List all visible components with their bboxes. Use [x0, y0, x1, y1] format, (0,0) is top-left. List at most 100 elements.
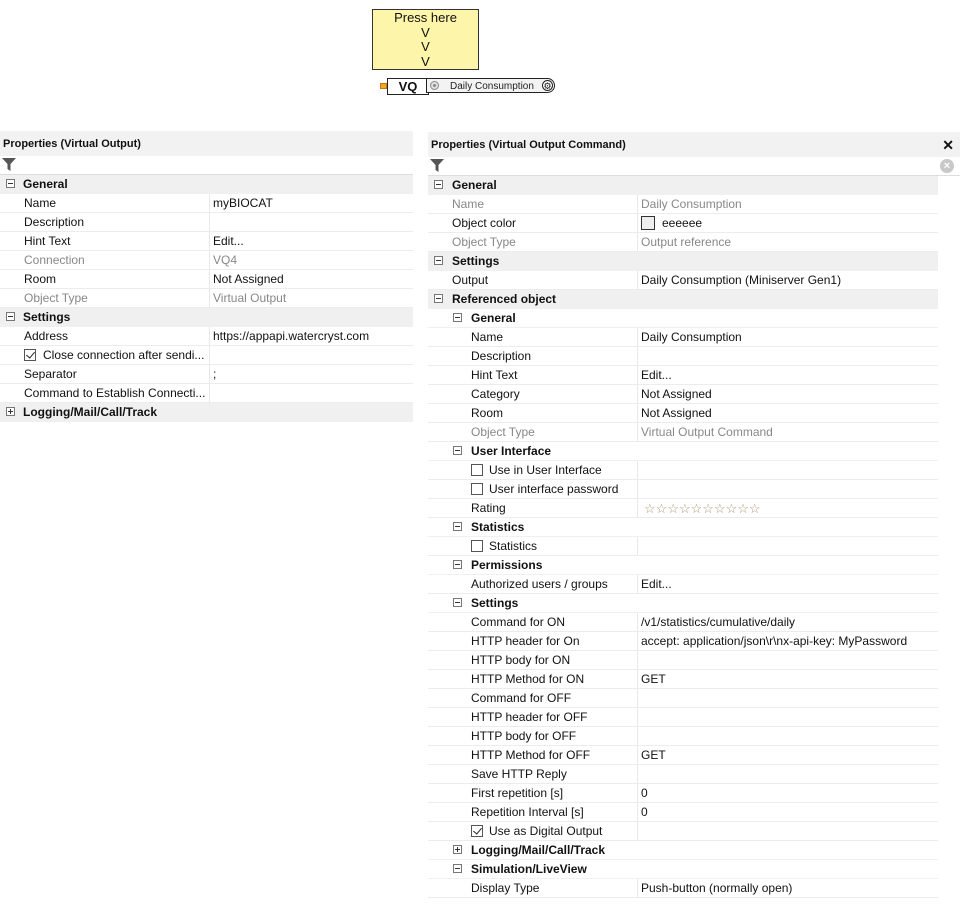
- column-divider[interactable]: [637, 879, 638, 897]
- property-row-object-type[interactable]: Object Type Virtual Output Command: [428, 423, 960, 442]
- color-swatch[interactable]: [641, 216, 655, 230]
- column-divider[interactable]: [637, 480, 638, 498]
- column-divider[interactable]: [637, 613, 638, 631]
- property-value[interactable]: Not Assigned: [641, 385, 712, 404]
- property-row-command-to-establish-connecti[interactable]: Command to Establish Connecti...: [0, 384, 413, 403]
- filter-icon[interactable]: [2, 158, 16, 171]
- property-value[interactable]: Not Assigned: [213, 270, 284, 289]
- group-settings[interactable]: Settings: [428, 594, 960, 613]
- collapse-icon[interactable]: [434, 180, 443, 189]
- property-value[interactable]: accept: application/json\r\nx-api-key: M…: [641, 632, 907, 651]
- column-divider[interactable]: [209, 270, 210, 288]
- property-row-authorized-users-groups[interactable]: Authorized users / groups Edit...: [428, 575, 960, 594]
- star-icon[interactable]: ☆: [702, 501, 714, 516]
- checkbox[interactable]: [471, 825, 483, 837]
- collapse-icon[interactable]: [453, 446, 462, 455]
- property-row-save-http-reply[interactable]: Save HTTP Reply: [428, 765, 960, 784]
- checkbox[interactable]: [471, 464, 483, 476]
- property-value[interactable]: Not Assigned: [641, 404, 712, 423]
- star-icon[interactable]: ☆: [737, 501, 749, 516]
- property-value[interactable]: Virtual Output Command: [641, 423, 773, 442]
- collapse-icon[interactable]: [434, 294, 443, 303]
- property-value[interactable]: Output reference: [641, 233, 731, 252]
- gear-icon[interactable]: ⚙: [542, 80, 553, 91]
- property-value[interactable]: Edit...: [213, 232, 244, 251]
- property-row-http-method-for-off[interactable]: HTTP Method for OFF GET: [428, 746, 960, 765]
- property-value[interactable]: /v1/statistics/cumulative/daily: [641, 613, 795, 632]
- clear-filter-icon[interactable]: ×: [940, 159, 954, 173]
- property-row-hint-text[interactable]: Hint Text Edit...: [428, 366, 960, 385]
- property-row-statistics[interactable]: Statistics: [428, 537, 960, 556]
- rating-stars[interactable]: ☆☆☆☆☆☆☆☆☆☆: [644, 502, 761, 515]
- group-settings[interactable]: Settings: [428, 252, 960, 271]
- input-pin[interactable]: [380, 83, 387, 89]
- column-divider[interactable]: [209, 289, 210, 307]
- property-row-room[interactable]: Room Not Assigned: [428, 404, 960, 423]
- star-icon[interactable]: ☆: [749, 501, 761, 516]
- column-divider[interactable]: [637, 328, 638, 346]
- property-row-command-for-off[interactable]: Command for OFF: [428, 689, 960, 708]
- property-row-output[interactable]: Output Daily Consumption (Miniserver Gen1…: [428, 271, 960, 290]
- property-value[interactable]: ;: [213, 365, 216, 384]
- property-row-category[interactable]: Category Not Assigned: [428, 385, 960, 404]
- property-row-connection[interactable]: Connection VQ4: [0, 251, 413, 270]
- property-row-name[interactable]: Name Daily Consumption: [428, 195, 960, 214]
- column-divider[interactable]: [209, 384, 210, 402]
- column-divider[interactable]: [637, 195, 638, 213]
- property-value[interactable]: GET: [641, 670, 666, 689]
- column-divider[interactable]: [209, 365, 210, 383]
- property-row-http-body-for-off[interactable]: HTTP body for OFF: [428, 727, 960, 746]
- group-logging-mail-call-track[interactable]: Logging/Mail/Call/Track: [0, 403, 413, 422]
- property-row-repetition-interval-s[interactable]: Repetition Interval [s] 0: [428, 803, 960, 822]
- star-icon[interactable]: ☆: [726, 501, 738, 516]
- property-row-object-type[interactable]: Object Type Output reference: [428, 233, 960, 252]
- property-row-http-header-for-on[interactable]: HTTP header for On accept: application/js…: [428, 632, 960, 651]
- property-row-object-color[interactable]: Object color eeeeee: [428, 214, 960, 233]
- group-general[interactable]: General: [0, 175, 413, 194]
- collapse-icon[interactable]: [6, 312, 15, 321]
- property-value[interactable]: VQ4: [213, 251, 237, 270]
- property-row-http-body-for-on[interactable]: HTTP body for ON: [428, 651, 960, 670]
- column-divider[interactable]: [637, 233, 638, 251]
- property-row-separator[interactable]: Separator;: [0, 365, 413, 384]
- filter-icon[interactable]: [430, 159, 444, 172]
- property-row-user-interface-password[interactable]: User interface password: [428, 480, 960, 499]
- column-divider[interactable]: [637, 822, 638, 840]
- property-value[interactable]: Daily Consumption: [641, 328, 742, 347]
- property-value[interactable]: GET: [641, 746, 666, 765]
- property-value[interactable]: https://appapi.watercryst.com: [213, 327, 369, 346]
- collapse-icon[interactable]: [453, 522, 462, 531]
- property-row-address[interactable]: Address https://appapi.watercryst.com: [0, 327, 413, 346]
- property-row-description[interactable]: Description: [428, 347, 960, 366]
- group-simulation-liveview[interactable]: Simulation/LiveView: [428, 860, 960, 879]
- property-row-object-type[interactable]: Object Type Virtual Output: [0, 289, 413, 308]
- expand-icon[interactable]: [6, 407, 15, 416]
- column-divider[interactable]: [637, 689, 638, 707]
- collapse-icon[interactable]: [434, 256, 443, 265]
- column-divider[interactable]: [637, 499, 638, 517]
- star-icon[interactable]: ☆: [667, 501, 679, 516]
- command-reference[interactable]: Daily Consumption ⚙: [426, 78, 555, 93]
- column-divider[interactable]: [637, 385, 638, 403]
- property-row-name[interactable]: Name Daily Consumption: [428, 328, 960, 347]
- column-divider[interactable]: [637, 746, 638, 764]
- column-divider[interactable]: [637, 423, 638, 441]
- column-divider[interactable]: [637, 347, 638, 365]
- property-value[interactable]: myBIOCAT: [213, 194, 273, 213]
- property-row-first-repetition-s[interactable]: First repetition [s] 0: [428, 784, 960, 803]
- column-divider[interactable]: [637, 537, 638, 555]
- group-general[interactable]: General: [428, 176, 960, 195]
- star-icon[interactable]: ☆: [714, 501, 726, 516]
- column-divider[interactable]: [209, 194, 210, 212]
- star-icon[interactable]: ☆: [679, 501, 691, 516]
- column-divider[interactable]: [637, 765, 638, 783]
- property-row-description[interactable]: Description: [0, 213, 413, 232]
- column-divider[interactable]: [209, 213, 210, 231]
- star-icon[interactable]: ☆: [656, 501, 668, 516]
- checkbox[interactable]: [471, 540, 483, 552]
- column-divider[interactable]: [637, 366, 638, 384]
- property-value[interactable]: Edit...: [641, 575, 672, 594]
- star-icon[interactable]: ☆: [644, 501, 656, 516]
- property-value[interactable]: Push-button (normally open): [641, 879, 792, 898]
- column-divider[interactable]: [637, 803, 638, 821]
